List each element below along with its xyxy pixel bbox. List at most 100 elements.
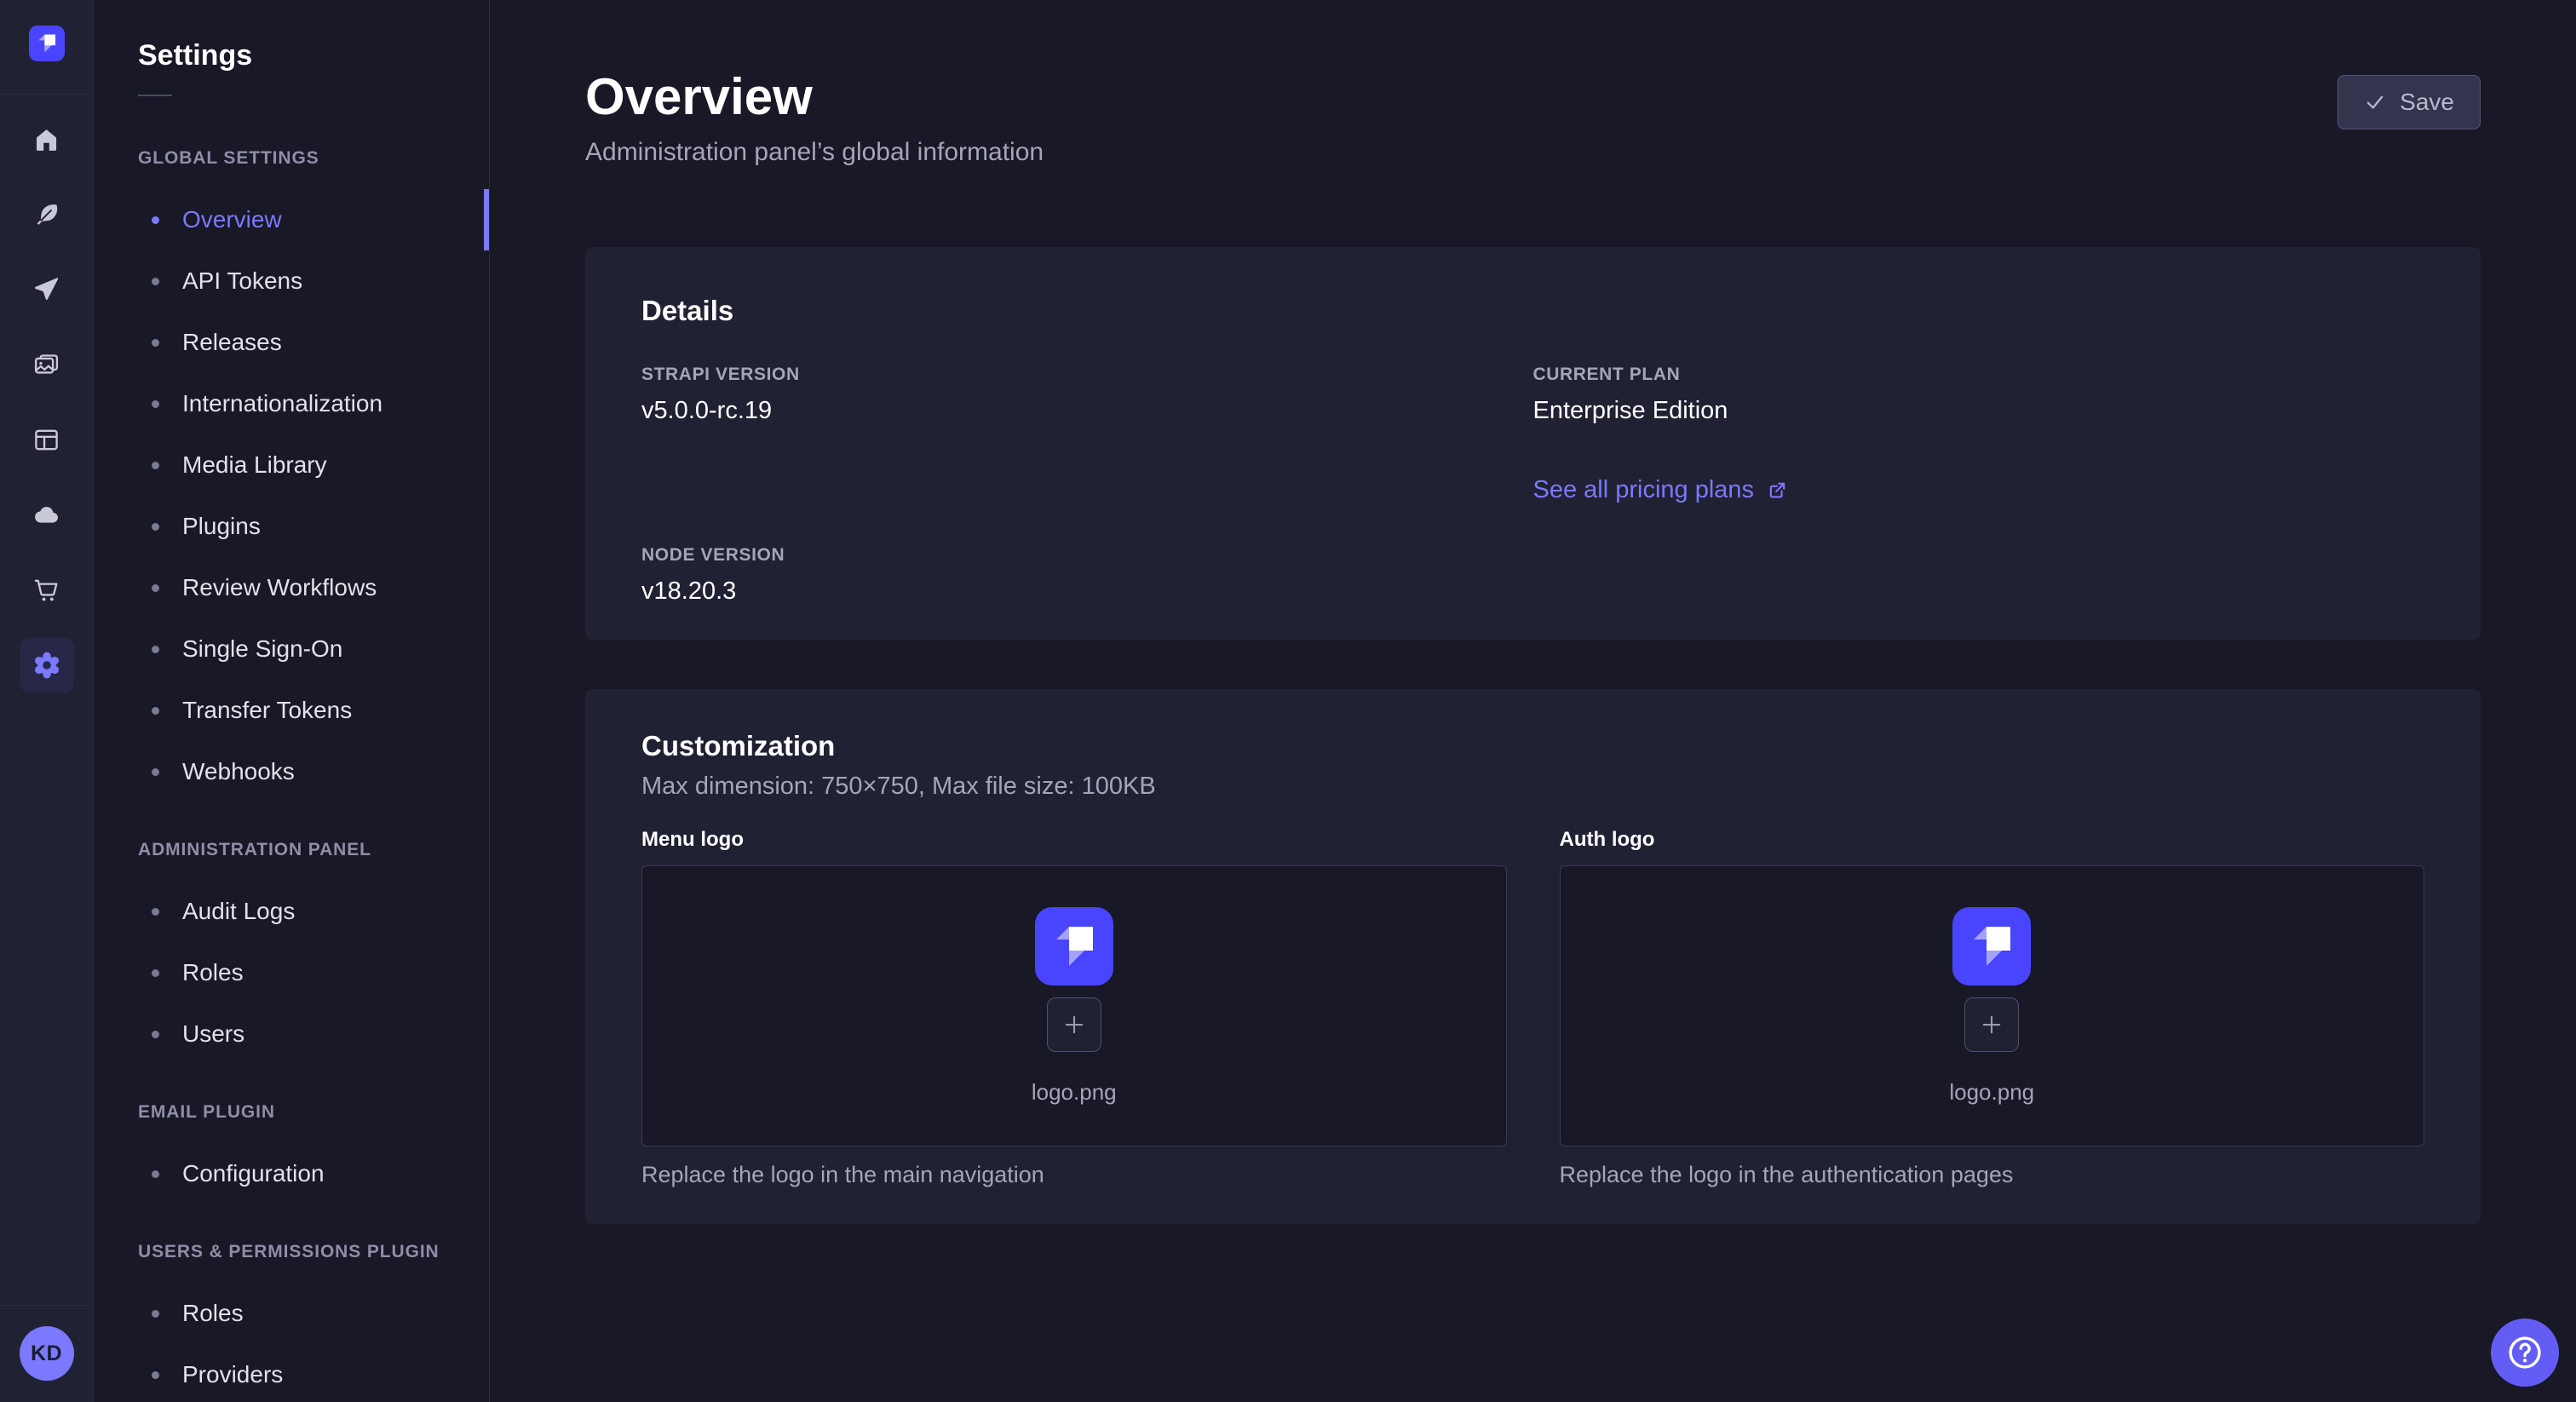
page-header: Overview Administration panel’s global i… bbox=[585, 72, 2481, 167]
layout-icon[interactable] bbox=[32, 426, 60, 454]
cloud-icon[interactable] bbox=[32, 501, 60, 529]
main-content: Overview Administration panel’s global i… bbox=[490, 0, 2576, 1402]
images-icon[interactable] bbox=[32, 351, 60, 379]
sidebar-item-label: Transfer Tokens bbox=[182, 697, 352, 724]
sidebar-item-internationalization[interactable]: Internationalization bbox=[94, 373, 489, 434]
rail-bottom: KD bbox=[0, 1305, 93, 1402]
sidebar-section-label: ADMINISTRATION PANEL bbox=[138, 840, 489, 860]
pricing-plans-link-label: See all pricing plans bbox=[1533, 476, 1755, 504]
current-logo-preview bbox=[1952, 907, 2031, 985]
rail-item-active[interactable] bbox=[20, 638, 74, 692]
bullet-icon bbox=[152, 278, 159, 285]
app-root: KD Settings GLOBAL SETTINGS Overview API T… bbox=[0, 0, 2576, 1402]
bullet-icon bbox=[152, 908, 159, 916]
field-value: v5.0.0-rc.19 bbox=[641, 397, 1533, 425]
sidebar-item-users[interactable]: Users bbox=[94, 1003, 489, 1065]
strapi-logo[interactable] bbox=[29, 26, 65, 61]
page-title: Overview bbox=[585, 72, 1044, 123]
sidebar-item-overview[interactable]: Overview bbox=[94, 189, 489, 250]
page-subtitle: Administration panel’s global informatio… bbox=[585, 138, 1044, 167]
pricing-plans-link[interactable]: See all pricing plans bbox=[1533, 476, 1790, 504]
field-node-version: NODE VERSION v18.20.3 bbox=[641, 545, 1533, 606]
plus-icon bbox=[1060, 1010, 1089, 1039]
rail-divider-bottom bbox=[0, 1305, 93, 1306]
bullet-icon bbox=[152, 768, 159, 776]
bullet-icon bbox=[152, 400, 159, 408]
bullet-icon bbox=[152, 1371, 159, 1379]
rail-divider bbox=[0, 94, 93, 95]
sidebar-section-label: GLOBAL SETTINGS bbox=[138, 148, 489, 169]
send-icon[interactable] bbox=[32, 276, 60, 304]
bullet-icon bbox=[152, 707, 159, 715]
customization-heading: Customization bbox=[641, 730, 2424, 762]
sidebar-item-transfer-tokens[interactable]: Transfer Tokens bbox=[94, 680, 489, 741]
sidebar-item-api-tokens[interactable]: API Tokens bbox=[94, 250, 489, 312]
upload-caption: Replace the logo in the authentication p… bbox=[1560, 1162, 2425, 1188]
field-strapi-version: STRAPI VERSION v5.0.0-rc.19 bbox=[641, 365, 1533, 504]
help-button[interactable] bbox=[2491, 1319, 2559, 1387]
sidebar-item-label: Plugins bbox=[182, 513, 261, 540]
sidebar-item-label: Users bbox=[182, 1020, 244, 1048]
sidebar-item-media-library[interactable]: Media Library bbox=[94, 434, 489, 496]
sidebar-section-label: EMAIL PLUGIN bbox=[138, 1102, 489, 1123]
bullet-icon bbox=[152, 339, 159, 347]
sidebar-item-label: Webhooks bbox=[182, 758, 295, 785]
bullet-icon bbox=[152, 216, 159, 224]
field-value: v18.20.3 bbox=[641, 577, 1533, 606]
question-icon bbox=[2506, 1334, 2544, 1371]
field-label: NODE VERSION bbox=[641, 545, 1533, 566]
sidebar-item-label: Configuration bbox=[182, 1160, 325, 1187]
upload-caption: Replace the logo in the main navigation bbox=[641, 1162, 1507, 1188]
sidebar-item-roles[interactable]: Roles bbox=[94, 1283, 489, 1344]
sidebar-title: Settings bbox=[138, 39, 489, 72]
sidebar-section-label: USERS & PERMISSIONS PLUGIN bbox=[138, 1242, 489, 1262]
current-logo-preview bbox=[1035, 907, 1113, 985]
sidebar-item-webhooks[interactable]: Webhooks bbox=[94, 741, 489, 802]
logo-uploads: Menu logo logo.png Replace the logo in the… bbox=[641, 828, 2424, 1188]
sidebar-item-label: Roles bbox=[182, 1300, 244, 1327]
field-current-plan: CURRENT PLAN Enterprise Edition See all … bbox=[1533, 365, 2425, 504]
sidebar-item-single-sign-on[interactable]: Single Sign-On bbox=[94, 618, 489, 680]
bullet-icon bbox=[152, 523, 159, 531]
sidebar-title-divider bbox=[138, 95, 172, 96]
upload-field-menu-logo: Menu logo logo.png Replace the logo in the… bbox=[641, 828, 1507, 1188]
sidebar-item-label: Roles bbox=[182, 959, 244, 986]
sidebar-item-label: Releases bbox=[182, 329, 282, 356]
add-logo-button[interactable] bbox=[1964, 997, 2019, 1052]
sidebar-item-label: Media Library bbox=[182, 451, 327, 479]
sidebar-item-label: Overview bbox=[182, 206, 282, 233]
logo-filename: logo.png bbox=[1032, 1079, 1117, 1106]
logo-dropzone[interactable]: logo.png bbox=[641, 865, 1507, 1146]
upload-label: Auth logo bbox=[1560, 828, 2425, 852]
sidebar-item-label: Internationalization bbox=[182, 390, 382, 417]
sidebar-item-review-workflows[interactable]: Review Workflows bbox=[94, 557, 489, 618]
plus-icon bbox=[1977, 1010, 2006, 1039]
sidebar-item-plugins[interactable]: Plugins bbox=[94, 496, 489, 557]
avatar[interactable]: KD bbox=[20, 1326, 74, 1381]
sidebar-item-roles[interactable]: Roles bbox=[94, 942, 489, 1003]
sidebar-item-providers[interactable]: Providers bbox=[94, 1344, 489, 1402]
save-button[interactable]: Save bbox=[2337, 75, 2481, 129]
bullet-icon bbox=[152, 646, 159, 653]
sidebar-item-label: API Tokens bbox=[182, 267, 302, 295]
bullet-icon bbox=[152, 1170, 159, 1178]
add-logo-button[interactable] bbox=[1047, 997, 1101, 1052]
cart-icon[interactable] bbox=[32, 576, 60, 604]
bullet-icon bbox=[152, 1031, 159, 1038]
field-label: STRAPI VERSION bbox=[641, 365, 1533, 385]
details-card: Details STRAPI VERSION v5.0.0-rc.19 CURR… bbox=[585, 247, 2481, 640]
settings-gear-icon bbox=[32, 650, 62, 681]
upload-label: Menu logo bbox=[641, 828, 1507, 852]
upload-field-auth-logo: Auth logo logo.png Replace the logo in the… bbox=[1560, 828, 2425, 1188]
sidebar-item-releases[interactable]: Releases bbox=[94, 312, 489, 373]
sidebar-item-configuration[interactable]: Configuration bbox=[94, 1143, 489, 1204]
details-heading: Details bbox=[641, 295, 2424, 327]
home-icon[interactable] bbox=[32, 126, 60, 154]
sidebar-item-audit-logs[interactable]: Audit Logs bbox=[94, 881, 489, 942]
main-nav-rail: KD bbox=[0, 0, 94, 1402]
logo-dropzone[interactable]: logo.png bbox=[1560, 865, 2425, 1146]
customization-constraints: Max dimension: 750×750, Max file size: 1… bbox=[641, 773, 2424, 801]
feather-icon[interactable] bbox=[32, 201, 60, 229]
sidebar-item-label: Review Workflows bbox=[182, 574, 377, 601]
sidebar-item-label: Single Sign-On bbox=[182, 635, 342, 663]
